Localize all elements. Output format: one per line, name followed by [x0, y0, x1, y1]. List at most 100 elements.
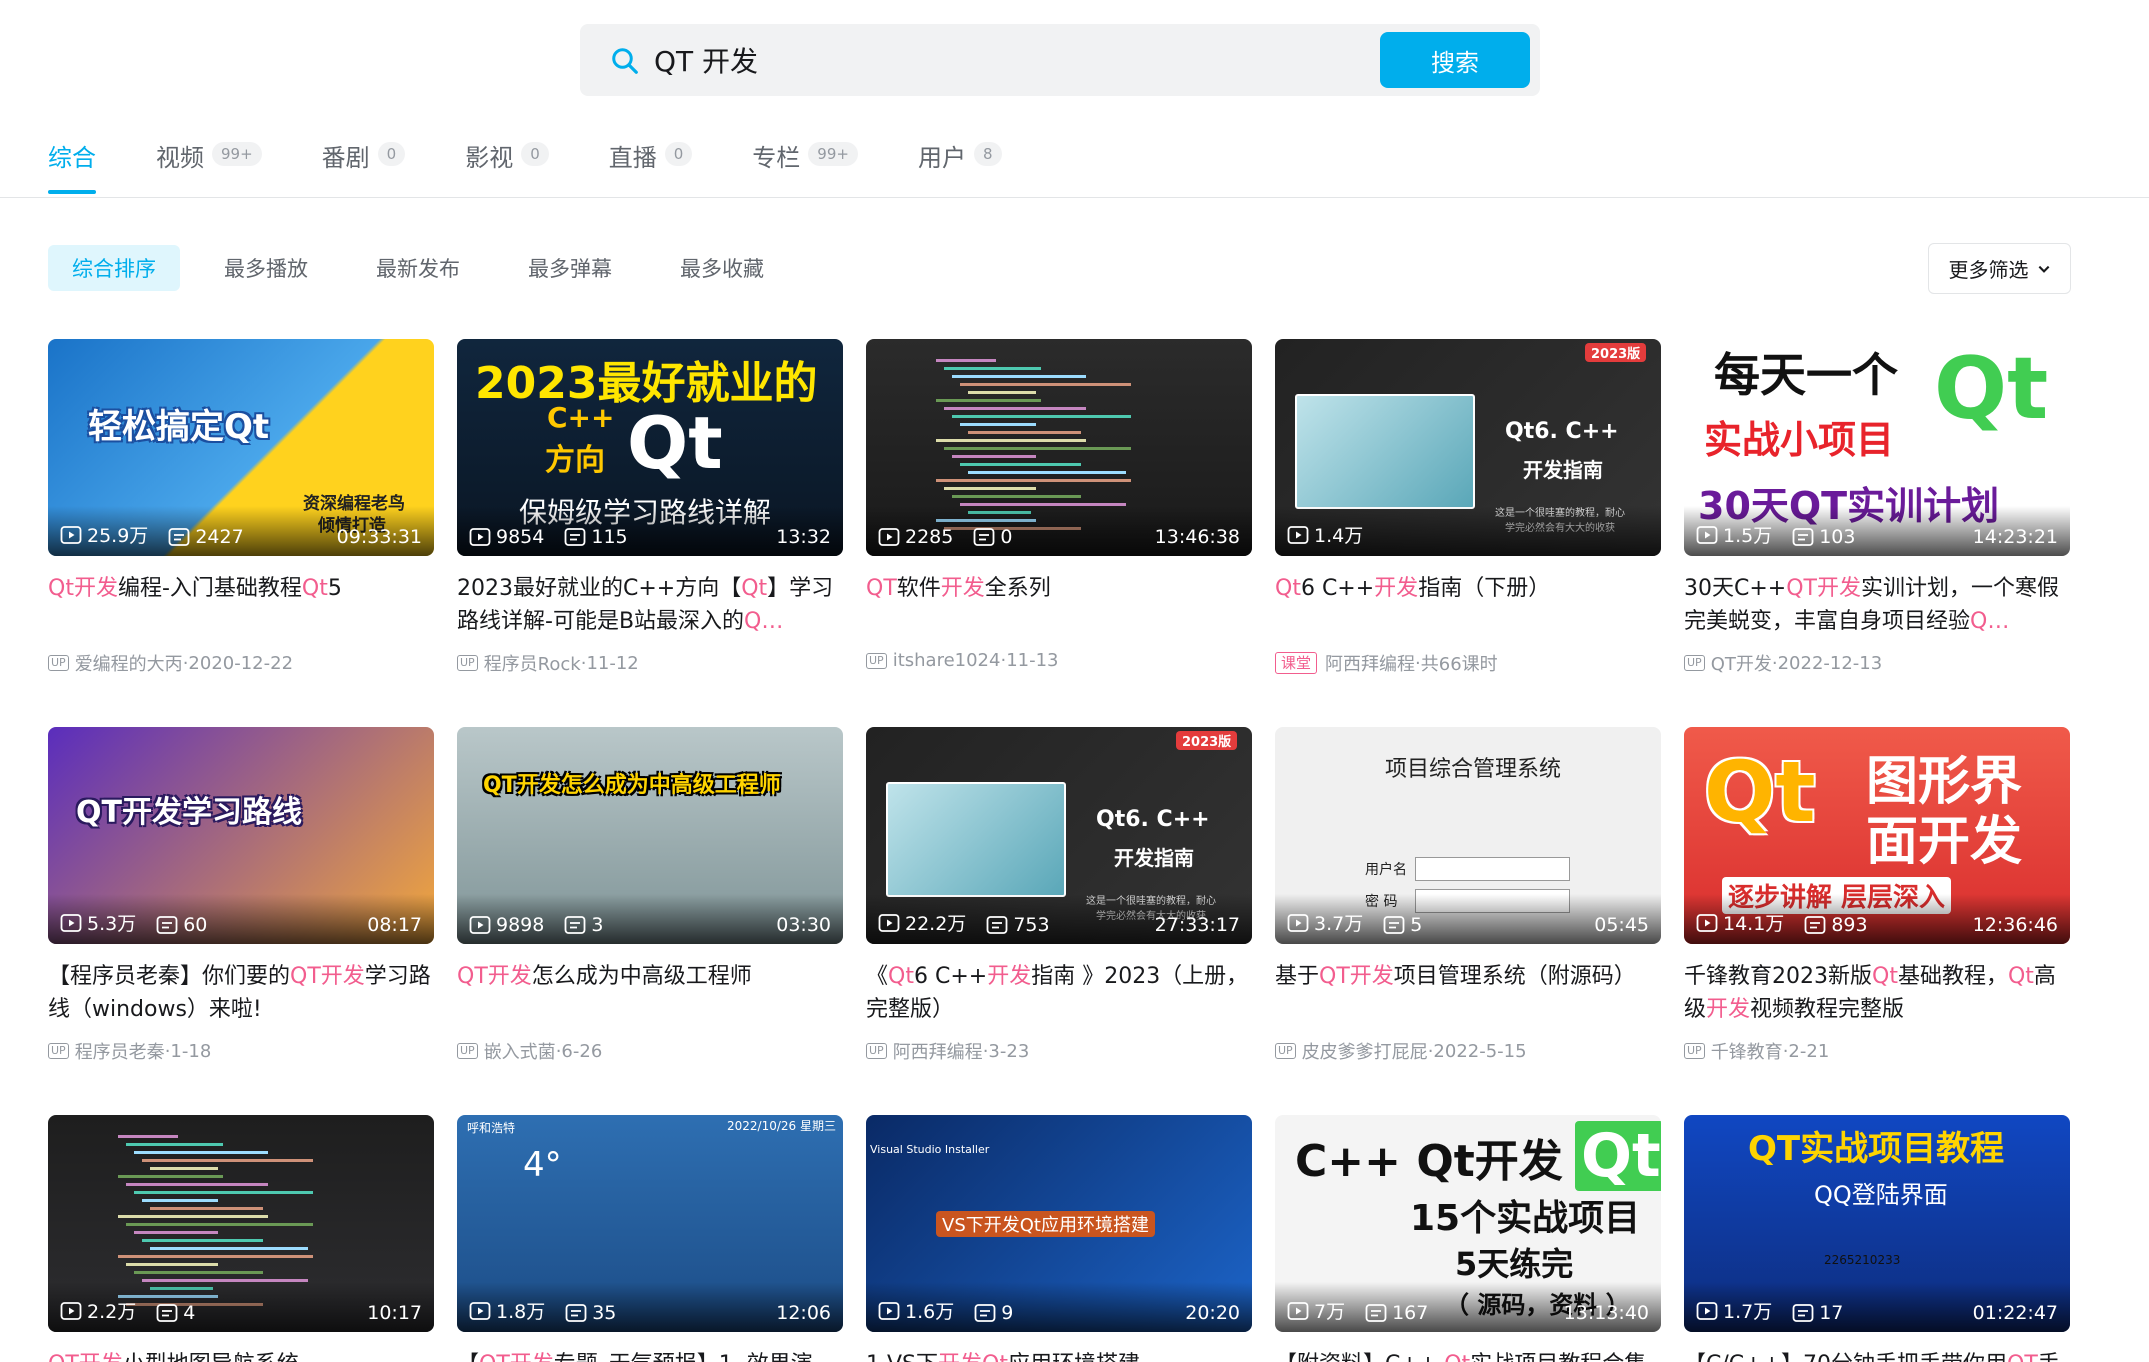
- video-meta: UP 阿西拜编程 · 3-23: [866, 1038, 1252, 1064]
- sort-option[interactable]: 最多收藏: [656, 245, 788, 291]
- author-name[interactable]: 嵌入式菌: [484, 1038, 556, 1064]
- video-stats-overlay: 1.4万: [1275, 506, 1661, 556]
- more-filter-button[interactable]: 更多筛选: [1928, 243, 2071, 294]
- danmaku-icon: [564, 916, 586, 934]
- video-title[interactable]: 【附资料】C++ Qt实战项目教程合集: [1275, 1348, 1661, 1362]
- video-thumbnail[interactable]: 项目综合管理系统用户名密 码3.7万505:45: [1275, 727, 1661, 944]
- sort-option[interactable]: 最多弹幕: [504, 245, 636, 291]
- author-name[interactable]: 阿西拜编程: [893, 1038, 983, 1064]
- video-card: Qt6. C++开发指南2023版这是一个很哇塞的教程，耐心学完必然会有大大的收…: [1275, 339, 1661, 727]
- keyword-highlight: QT开发: [290, 964, 365, 989]
- play-count: 25.9万: [60, 521, 148, 548]
- video-title[interactable]: QT软件开发全系列: [866, 572, 1252, 638]
- video-title[interactable]: 《Qt6 C++开发指南 》2023（上册，完整版）: [866, 960, 1252, 1026]
- play-count: 9898: [469, 914, 544, 936]
- author-name[interactable]: 程序员Rock: [484, 650, 581, 676]
- danmaku-count-value: 103: [1819, 526, 1856, 548]
- video-meta: UP 皮皮爹爹打屁屁 · 2022-5-15: [1275, 1038, 1661, 1064]
- play-icon: [878, 528, 900, 546]
- video-title[interactable]: 30天C++QT开发实训计划，一个寒假完美蜕变，丰富自身项目经验Q…: [1684, 572, 2070, 638]
- keyword-highlight: 开发: [987, 964, 1032, 989]
- video-thumbnail[interactable]: 2285 0 13:46:38: [866, 339, 1252, 556]
- play-count: 3.7万: [1287, 909, 1363, 936]
- video-thumbnail[interactable]: QT开发怎么成为中高级工程师 9898 3 03:30: [457, 727, 843, 944]
- keyword-highlight: QT: [866, 576, 897, 601]
- tab-label: 番剧: [321, 144, 370, 172]
- title-text: 6 C++: [913, 964, 988, 989]
- author-name[interactable]: 程序员老秦: [75, 1038, 165, 1064]
- danmaku-count-value: 115: [591, 526, 628, 548]
- keyword-highlight: 开发Qt: [938, 1352, 1008, 1362]
- video-duration: 08:17: [367, 914, 422, 936]
- sort-option[interactable]: 最新发布: [352, 245, 484, 291]
- video-thumbnail[interactable]: C++ Qt开发Qt15个实战项目5天练完（ 源码，资料 ）7万16713:13…: [1275, 1115, 1661, 1332]
- danmaku-icon: [1792, 528, 1814, 546]
- video-title[interactable]: QT开发小型地图导航系统: [48, 1348, 434, 1362]
- up-badge-icon: UP: [866, 652, 887, 669]
- publish-date: 3-23: [988, 1040, 1030, 1062]
- thumbnail-text: 2265210233: [1824, 1253, 1901, 1267]
- tab-4[interactable]: 直播 0: [609, 138, 693, 194]
- video-title[interactable]: QT开发怎么成为中高级工程师: [457, 960, 843, 1026]
- video-thumbnail[interactable]: 2.2万 4 10:17: [48, 1115, 434, 1332]
- tab-2[interactable]: 番剧 0: [322, 138, 406, 194]
- danmaku-count: 167: [1365, 1302, 1428, 1324]
- video-title[interactable]: Qt开发编程-入门基础教程Qt5: [48, 572, 434, 638]
- video-thumbnail[interactable]: 每天一个实战小项目Qt30天QT实训计划1.5万10314:23:21: [1684, 339, 2070, 556]
- video-thumbnail[interactable]: QT开发学习路线 5.3万 60 08:17: [48, 727, 434, 944]
- search-input[interactable]: [654, 34, 1234, 86]
- danmaku-count: 3: [564, 914, 603, 936]
- thumbnail-text: 项目综合管理系统: [1385, 757, 1562, 782]
- video-duration: 13:32: [776, 526, 831, 548]
- author-name[interactable]: 千锋教育: [1711, 1038, 1783, 1064]
- video-title[interactable]: 【程序员老秦】你们要的QT开发学习路线（windows）来啦!: [48, 960, 434, 1026]
- tab-0[interactable]: 综合: [48, 138, 96, 194]
- author-name[interactable]: 皮皮爹爹打屁屁: [1302, 1038, 1428, 1064]
- video-title[interactable]: 千锋教育2023新版Qt基础教程，Qt高级开发视频教程完整版: [1684, 960, 2070, 1026]
- up-badge-icon: UP: [457, 655, 478, 671]
- video-thumbnail[interactable]: VS下开发Qt应用环境搭建 Visual Studio Installer 1.6万…: [866, 1115, 1252, 1332]
- title-text: 项目管理系统（附源码）: [1393, 964, 1636, 989]
- video-thumbnail[interactable]: QT实战项目教程 QQ登陆界面 2265210233 1.7万 17 01:22:47: [1684, 1115, 2070, 1332]
- title-text: 编程-入门基础教程: [117, 576, 302, 601]
- thumbnail-text: QT开发学习路线: [76, 795, 302, 830]
- author-name[interactable]: 阿西拜编程: [1325, 650, 1415, 676]
- author-name[interactable]: 爱编程的大丙: [75, 650, 183, 676]
- play-count-value: 3.7万: [1314, 913, 1364, 935]
- tab-3[interactable]: 影视 0: [465, 138, 549, 194]
- video-thumbnail[interactable]: Qt图形界面开发逐步讲解 层层深入14.1万89312:36:46: [1684, 727, 2070, 944]
- publish-date: 2022-5-15: [1433, 1040, 1527, 1062]
- video-thumbnail[interactable]: 轻松搞定Qt资深编程老鸟倾情打造25.9万242709:33:31: [48, 339, 434, 556]
- tab-1[interactable]: 视频 99+: [156, 138, 262, 194]
- video-title[interactable]: 1.VS下开发Qt应用环境搭建: [866, 1348, 1252, 1362]
- play-count-value: 25.9万: [87, 525, 149, 547]
- danmaku-count: 893: [1804, 914, 1868, 936]
- video-thumbnail[interactable]: 呼和浩特 2022/10/26 星期三 4° 1.8万 35 12:06: [457, 1115, 843, 1332]
- video-thumbnail[interactable]: Qt6. C++开发指南2023版这是一个很哇塞的教程，耐心学完必然会有大大的收…: [866, 727, 1252, 944]
- form-field-image: [1415, 857, 1570, 881]
- video-thumbnail[interactable]: 2023最好就业的C++方向Qt保姆级学习路线详解985411513:32: [457, 339, 843, 556]
- sort-option[interactable]: 最多播放: [200, 245, 332, 291]
- video-title[interactable]: 【QT开发专题_天气预报】1. 效果演: [457, 1348, 843, 1362]
- play-icon: [469, 1301, 491, 1320]
- tab-5[interactable]: 专栏 99+: [752, 138, 858, 194]
- video-title[interactable]: 2023最好就业的C++方向【Qt】学习路线详解-可能是B站最深入的Q…: [457, 572, 843, 638]
- video-thumbnail[interactable]: Qt6. C++开发指南2023版这是一个很哇塞的教程，耐心学完必然会有大大的收…: [1275, 339, 1661, 556]
- video-duration: 09:33:31: [336, 526, 422, 548]
- search-button[interactable]: 搜索: [1380, 32, 1530, 88]
- video-title[interactable]: 【C/C++】70分钟手把手带你用QT手: [1684, 1348, 2070, 1362]
- danmaku-count: 4: [156, 1302, 195, 1324]
- title-text: 【: [457, 1352, 479, 1362]
- video-title[interactable]: Qt6 C++开发指南（下册）: [1275, 572, 1661, 638]
- video-stats-overlay: 25.9万 2427 09:33:31: [48, 506, 434, 556]
- author-name[interactable]: itshare1024: [893, 650, 1001, 671]
- author-name[interactable]: QT开发: [1711, 650, 1772, 676]
- video-title[interactable]: 基于QT开发项目管理系统（附源码）: [1275, 960, 1661, 1026]
- play-icon: [1696, 913, 1718, 932]
- tab-6[interactable]: 用户 8: [918, 138, 1002, 194]
- up-badge-icon: UP: [457, 1043, 478, 1059]
- search-icon: [612, 48, 638, 74]
- publish-date: 2020-12-22: [188, 652, 294, 674]
- thumbnail-text: 用户名: [1365, 862, 1407, 878]
- sort-option[interactable]: 综合排序: [48, 245, 180, 291]
